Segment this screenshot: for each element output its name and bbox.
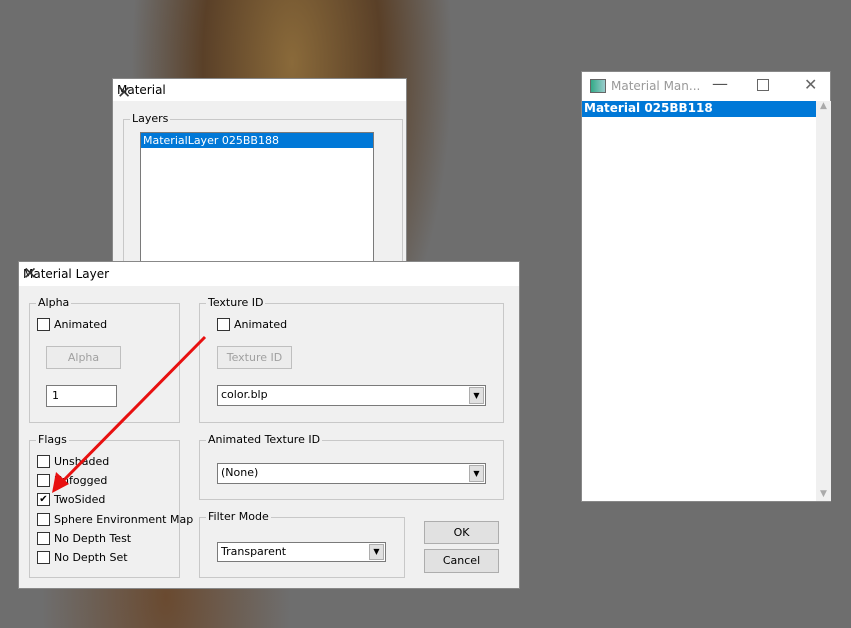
annotation-arrow [52, 335, 207, 493]
